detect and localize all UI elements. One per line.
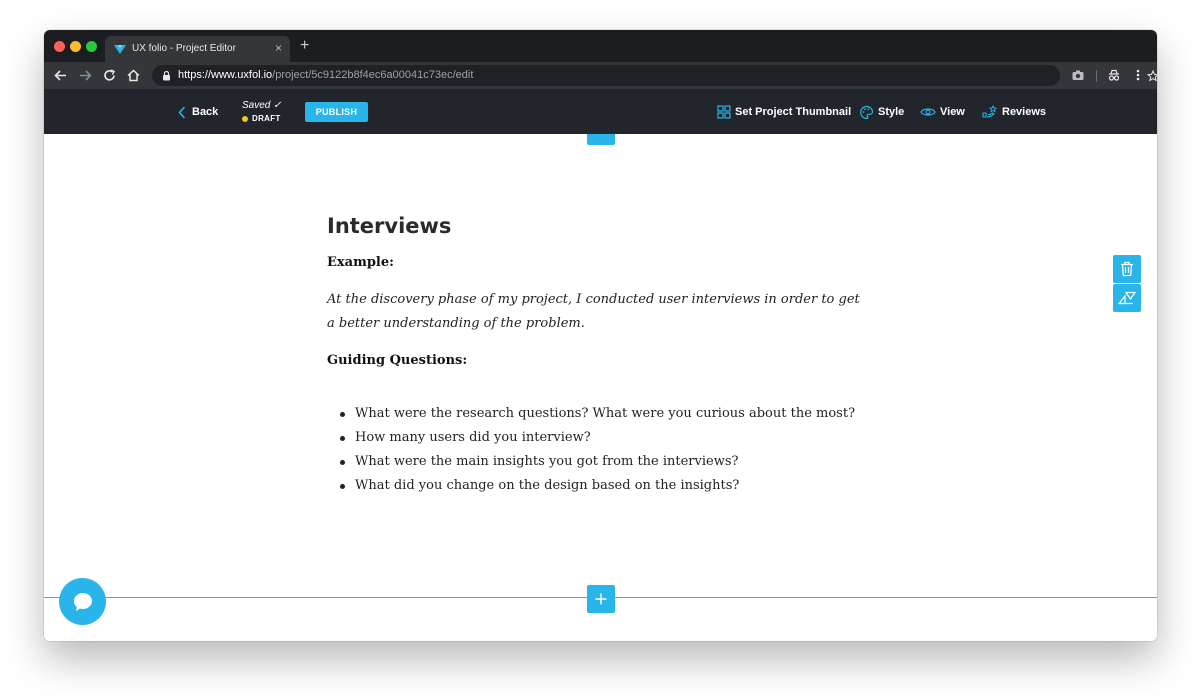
chat-bubble-icon <box>73 592 92 611</box>
example-text: At the discovery phase of my project, I … <box>327 292 860 331</box>
questions-list: What were the research questions? What w… <box>327 402 867 498</box>
trash-icon <box>1121 261 1133 277</box>
home-icon[interactable] <box>126 68 141 83</box>
example-heading: Example: <box>327 255 394 270</box>
add-section-button[interactable] <box>587 585 615 613</box>
saved-status: Saved ✓ <box>242 100 282 111</box>
draft-dot-icon <box>242 115 248 122</box>
plus-icon <box>595 593 607 605</box>
section-title: Interviews <box>327 214 452 238</box>
guiding-questions-heading: Guiding Questions: <box>327 353 468 368</box>
style-label: Style <box>878 106 905 118</box>
list-item: What were the research questions? What w… <box>327 402 867 426</box>
editor-header: Back Saved ✓ DRAFT PUBLISH Set Project T… <box>44 89 1157 134</box>
text-section[interactable]: Interviews Example: At the discovery pha… <box>327 214 867 498</box>
url-text: https://www.uxfol.io/project/5c9122b8f4e… <box>178 69 473 81</box>
reviews-button[interactable]: Reviews <box>982 103 1046 121</box>
delete-section-button[interactable] <box>1113 255 1141 283</box>
camera-extension-icon[interactable] <box>1071 68 1085 82</box>
list-item: What were the main insights you got from… <box>327 450 867 474</box>
minimize-window-button[interactable] <box>70 41 81 52</box>
reviews-label: Reviews <box>1002 106 1047 118</box>
toolbar-separator <box>1096 70 1097 82</box>
close-window-button[interactable] <box>54 41 65 52</box>
reload-icon[interactable] <box>102 68 117 83</box>
browser-menu-icon[interactable] <box>1134 68 1142 82</box>
maximize-window-button[interactable] <box>86 41 97 52</box>
chat-launcher-button[interactable] <box>59 578 106 625</box>
incognito-icon[interactable] <box>1107 68 1121 82</box>
add-section-top-button[interactable] <box>587 134 615 145</box>
set-thumbnail-label: Set Project Thumbnail <box>735 106 852 118</box>
browser-toolbar: https://www.uxfol.io/project/5c9122b8f4e… <box>44 62 1157 89</box>
section-layout-button[interactable] <box>1113 284 1141 312</box>
reviews-icon <box>982 105 998 118</box>
tab-close-icon[interactable]: × <box>275 41 282 55</box>
tab-title: UX folio - Project Editor <box>132 43 236 54</box>
publish-button[interactable]: PUBLISH <box>305 102 368 122</box>
grid-icon <box>717 105 731 119</box>
lock-icon <box>163 70 170 81</box>
url-prefix: https:// <box>178 69 212 81</box>
back-arrow-icon[interactable] <box>53 68 68 83</box>
tab-strip: UX folio - Project Editor × + <box>44 30 1157 62</box>
palette-icon <box>860 105 874 119</box>
chevron-left-icon <box>178 105 186 119</box>
browser-window: UX folio - Project Editor × + https://ww… <box>44 30 1157 641</box>
back-label: Back <box>192 106 219 118</box>
view-button[interactable]: View <box>920 103 965 121</box>
url-path: /project/5c9122b8f4ec6a00041c73ec/edit <box>272 69 474 81</box>
draft-label: DRAFT <box>252 114 281 123</box>
address-bar[interactable]: https://www.uxfol.io/project/5c9122b8f4e… <box>152 65 1157 86</box>
view-label: View <box>940 106 965 118</box>
back-button[interactable]: Back <box>178 103 218 121</box>
editor-canvas: Interviews Example: At the discovery pha… <box>44 134 1157 641</box>
browser-tab[interactable]: UX folio - Project Editor × <box>105 36 290 62</box>
eye-icon <box>920 108 936 116</box>
list-item: How many users did you interview? <box>327 426 867 450</box>
forward-arrow-icon[interactable] <box>78 68 93 83</box>
new-tab-button[interactable]: + <box>300 38 309 54</box>
bookmark-star-icon[interactable] <box>1147 70 1157 82</box>
list-item: What did you change on the design based … <box>327 474 867 498</box>
triangle-swap-icon <box>1118 291 1136 305</box>
style-button[interactable]: Style <box>859 103 904 121</box>
uxfolio-logo-icon <box>114 45 126 54</box>
set-thumbnail-button[interactable]: Set Project Thumbnail <box>717 103 851 121</box>
url-host: www.uxfol.io <box>211 69 273 81</box>
draft-status: DRAFT <box>242 114 281 123</box>
